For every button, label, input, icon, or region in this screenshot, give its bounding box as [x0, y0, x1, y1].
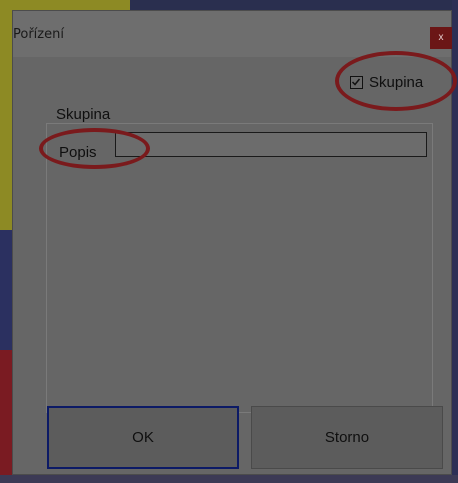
background-window-bottom [0, 475, 458, 483]
ok-button[interactable]: OK [47, 406, 239, 469]
annotation-ellipse-skupina [335, 51, 457, 111]
storno-button[interactable]: Storno [251, 406, 443, 469]
background-window-left [0, 0, 12, 230]
dialog-titlebar[interactable]: Pořízení x [13, 11, 452, 57]
close-button[interactable]: x [430, 27, 452, 49]
dialog-title: Pořízení [13, 27, 64, 42]
annotation-ellipse-popis [39, 128, 150, 169]
groupbox-legend: Skupina [53, 106, 114, 123]
ok-button-label: OK [132, 429, 154, 446]
background-window-left-red [0, 350, 12, 483]
popis-input[interactable] [115, 132, 427, 157]
porizeni-dialog: Pořízení x Skupina Skupina Popis OK Stor… [12, 10, 457, 475]
background-window-left-mid [0, 230, 12, 350]
background-window-top-yellow [0, 0, 130, 10]
close-icon: x [438, 32, 444, 43]
storno-button-label: Storno [324, 429, 370, 446]
